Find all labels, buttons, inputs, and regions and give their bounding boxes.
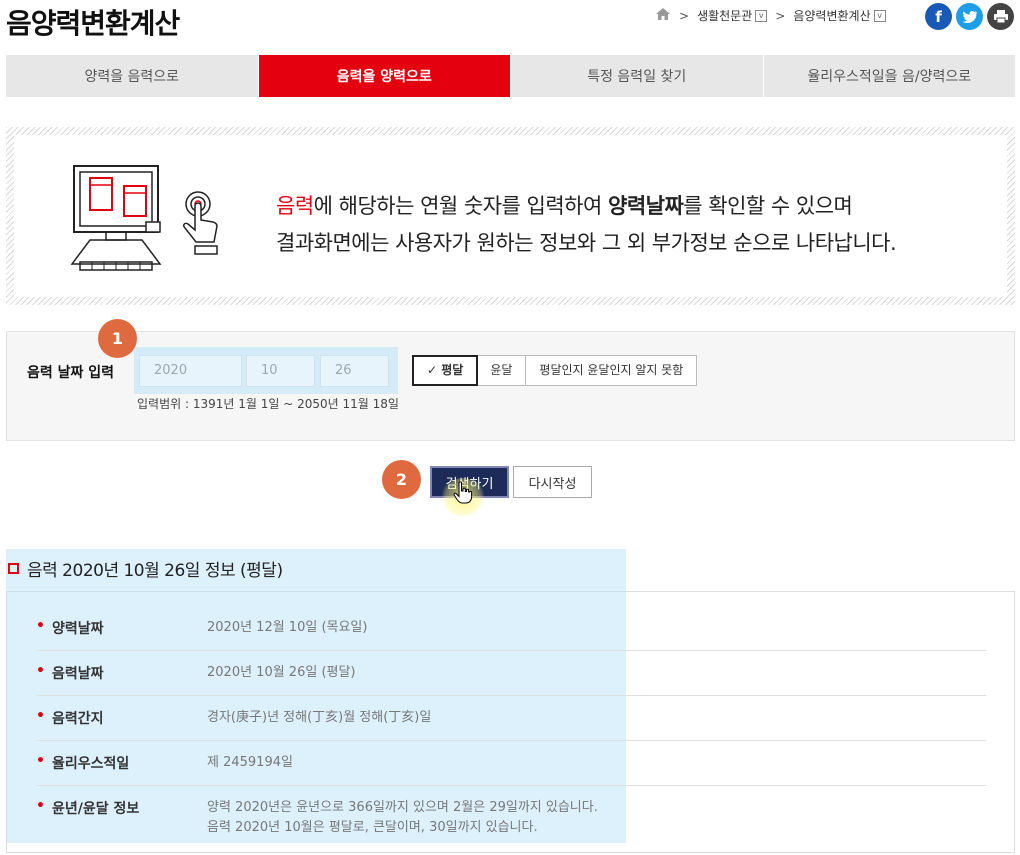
intro-text: 음력에 해당하는 연월 숫자를 입력하여 양력날짜를 확인할 수 있으며 결과화… <box>276 194 897 255</box>
step-badge-2: 2 <box>382 460 421 499</box>
tab-solar-to-lunar[interactable]: 양력을 음력으로 <box>6 55 259 97</box>
tab-julian-to-date[interactable]: 율리우스적일을 음/양력으로 <box>764 55 1016 97</box>
input-range-note: 입력범위 : 1391년 1월 1일 ~ 2050년 11월 18일 <box>137 397 399 411</box>
converter-tabs: 양력을 음력으로 음력을 양력으로 특정 음력일 찾기 율리우스적일을 음/양력… <box>6 55 1015 97</box>
tab-lunar-to-solar[interactable]: 음력을 양력으로 <box>258 55 511 97</box>
result-row: 음력간지 경자(庚子)년 정해(丁亥)월 정해(丁亥)일 <box>36 696 986 741</box>
month-type-options: ✓ 평달 윤달 평달인지 윤달인지 알지 못함 <box>412 355 698 386</box>
home-icon[interactable] <box>655 7 671 24</box>
hand-cursor-icon <box>453 481 473 504</box>
day-input[interactable]: 26 <box>320 355 389 387</box>
date-input-panel: 음력 날짜 입력 2020 10 26 ✓ 평달 윤달 평달인지 윤달인지 알지… <box>6 331 1015 441</box>
reset-button[interactable]: 다시작성 <box>513 466 592 498</box>
result-row: 윤년/윤달 정보 양력 2020년은 윤년으로 366일까지 있으며 2월은 2… <box>36 786 986 850</box>
chevron-down-icon[interactable]: v <box>873 9 886 22</box>
breadcrumb-item-converter[interactable]: 음양력변환계산 <box>793 7 870 24</box>
step-badge-1: 1 <box>98 319 137 358</box>
twitter-icon[interactable] <box>956 3 983 30</box>
chevron-right-icon: > <box>775 8 786 23</box>
year-input[interactable]: 2020 <box>139 355 242 387</box>
result-row: 율리우스적일 제 2459194일 <box>36 741 986 786</box>
result-row: 음력날짜 2020년 10월 26일 (평달) <box>36 651 986 696</box>
result-rows: 양력날짜 2020년 12월 10일 (목요일) 음력날짜 2020년 10월 … <box>36 606 986 850</box>
month-input[interactable]: 10 <box>246 355 315 387</box>
chevron-right-icon: > <box>679 8 690 23</box>
square-bullet-icon <box>8 563 19 574</box>
option-normal-month[interactable]: ✓ 평달 <box>412 355 479 386</box>
result-row: 양력날짜 2020년 12월 10일 (목요일) <box>36 606 986 651</box>
option-unknown-month[interactable]: 평달인지 윤달인지 알지 못함 <box>526 356 696 385</box>
result-title: 음력 2020년 10월 26일 정보 (평달) <box>8 556 283 581</box>
option-leap-month[interactable]: 윤달 <box>477 356 527 385</box>
monitor-icon <box>70 165 162 271</box>
print-icon[interactable] <box>987 3 1014 30</box>
chevron-down-icon[interactable]: v <box>755 9 768 22</box>
date-input-label: 음력 날짜 입력 <box>27 365 115 381</box>
facebook-icon[interactable]: f <box>925 3 952 30</box>
page-title: 음양력변환계산 <box>6 7 180 40</box>
breadcrumb: > 생활천문관 v > 음양력변환계산 v <box>655 7 886 24</box>
social-buttons: f <box>925 3 1014 30</box>
intro-panel: 음력에 해당하는 연월 숫자를 입력하여 양력날짜를 확인할 수 있으며 결과화… <box>6 127 1015 305</box>
touch-hand-icon <box>183 191 218 255</box>
tab-find-lunar-day[interactable]: 특정 음력일 찾기 <box>511 55 764 97</box>
breadcrumb-item-astronomy[interactable]: 생활천문관 <box>697 7 752 24</box>
